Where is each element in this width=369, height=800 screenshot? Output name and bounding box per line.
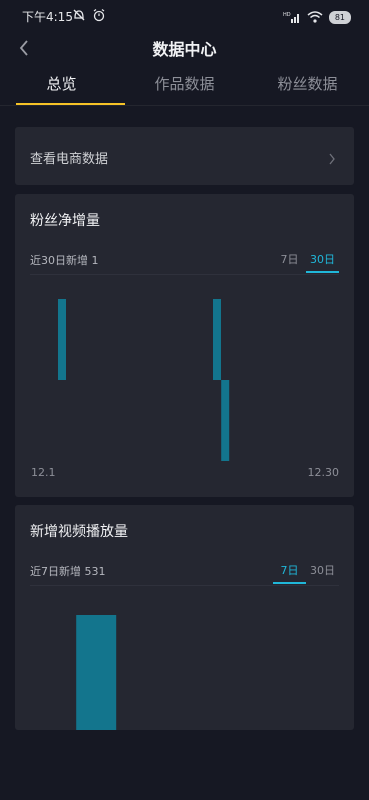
fans-bar-chart (58, 299, 230, 461)
status-bar: 下午4:15 HD 81 (0, 0, 369, 30)
fans-net-growth-card: 粉丝净增量 近30日新增 1 7日 30日 12.1 12.30 (15, 194, 354, 497)
fans-bar-day-20 (213, 299, 221, 380)
ecommerce-data-label: 查看电商数据 (30, 152, 109, 167)
dnd-icon (72, 7, 86, 26)
network-label: HD (283, 12, 291, 18)
ecommerce-data-row[interactable]: 查看电商数据 (15, 127, 354, 185)
fans-bar-day-1 (58, 299, 66, 380)
x-axis-end-label: 12.30 (307, 466, 340, 479)
tab-overview[interactable]: 总览 (0, 66, 125, 106)
new-video-plays-card: 新增视频播放量 近7日新增 531 7日 30日 (15, 505, 354, 730)
wifi-icon (307, 8, 323, 27)
signal-icon: HD (283, 8, 301, 27)
tab-label: 总览 (46, 75, 77, 93)
tab-bar: 总览 作品数据 粉丝数据 (0, 66, 369, 106)
x-axis-start-label: 12.1 (31, 466, 56, 479)
chevron-right-icon (328, 150, 336, 165)
alarm-icon (92, 7, 106, 26)
plays-bar-2 (76, 615, 117, 730)
tab-fans-data[interactable]: 粉丝数据 (246, 66, 369, 106)
page-title: 数据中心 (152, 40, 217, 59)
plays-bar-chart (76, 615, 117, 730)
tab-works-data[interactable]: 作品数据 (123, 66, 246, 106)
status-time: 下午4:15 (22, 10, 73, 24)
tab-label: 作品数据 (154, 75, 215, 93)
tab-label: 粉丝数据 (277, 75, 338, 93)
header: 数据中心 (0, 30, 369, 64)
battery-indicator: 81 (328, 11, 351, 24)
fans-bar-day-21 (221, 380, 230, 461)
divider (0, 105, 369, 106)
